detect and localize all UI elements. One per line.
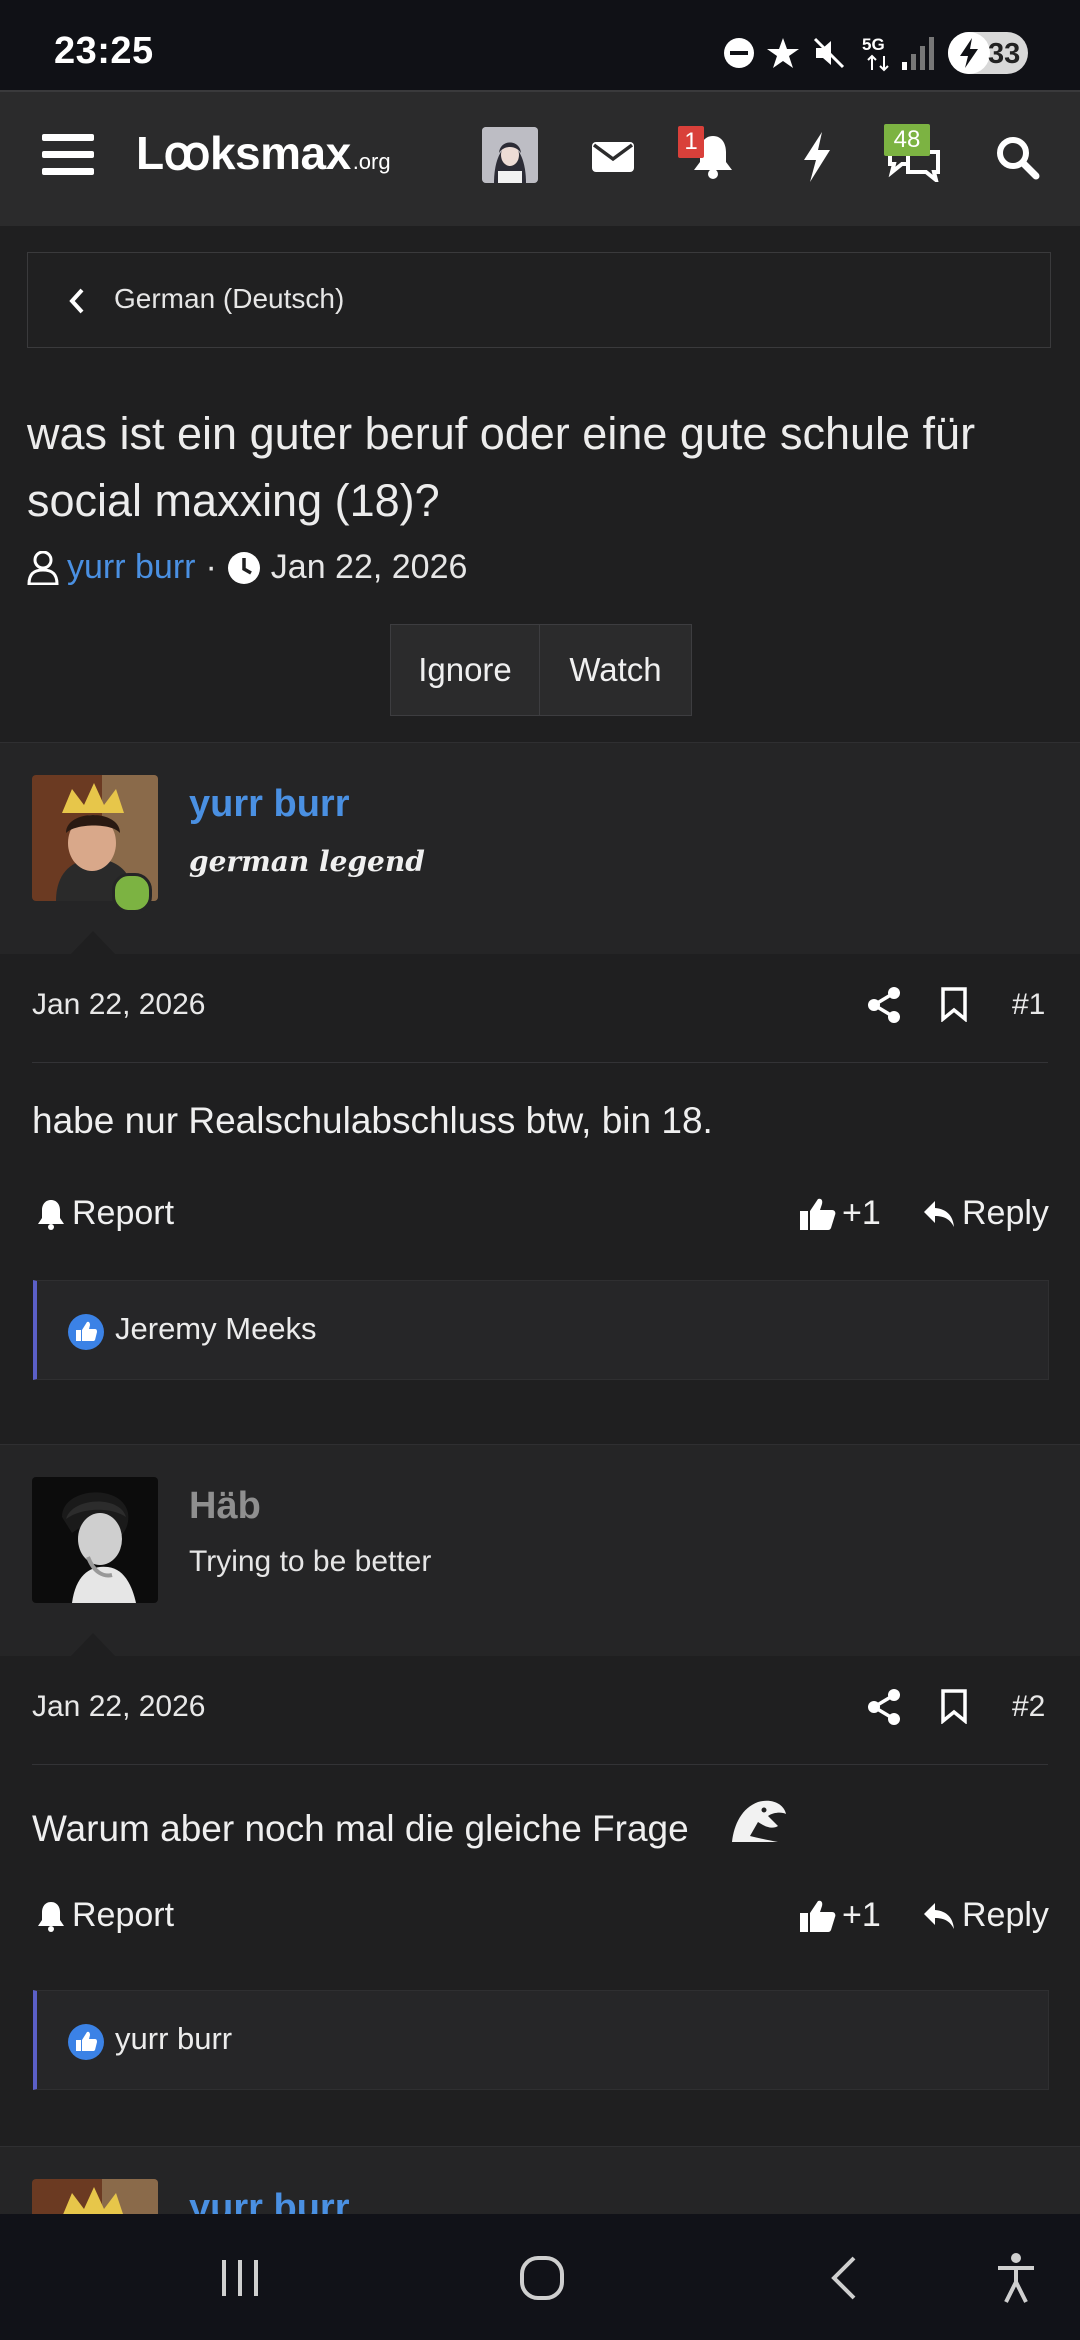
signal-icon xyxy=(902,37,934,70)
report-label: Report xyxy=(72,1896,175,1934)
hamburger-menu-icon[interactable] xyxy=(42,132,94,178)
user-block-arrow xyxy=(70,1633,116,1657)
online-status-indicator xyxy=(112,873,152,913)
report-bell-icon xyxy=(38,1901,64,1932)
user-icon xyxy=(27,550,59,585)
avatar-image xyxy=(482,127,538,183)
reply-label: Reply xyxy=(962,1194,1049,1232)
thread-meta: yurr burr · Jan 22, 2026 xyxy=(27,548,467,587)
share-icon[interactable] xyxy=(866,986,902,1024)
whats-new-lightning-icon[interactable] xyxy=(800,132,834,182)
bookmark-icon[interactable] xyxy=(940,1688,968,1724)
post-2-message: Warum aber noch mal die gleiche Frage xyxy=(32,1808,689,1849)
alerts-badge: 1 xyxy=(678,126,704,158)
post-2-reply-button[interactable]: Reply xyxy=(922,1896,1049,1935)
liked-by-name[interactable]: yurr burr xyxy=(115,2021,232,2057)
reply-arrow-icon xyxy=(924,1902,954,1929)
user-avatar-button[interactable] xyxy=(482,127,538,183)
post-1-likes-bar[interactable]: Jeremy Meeks xyxy=(33,1280,1049,1380)
post-2-user-block: Häb Trying to be better xyxy=(0,1444,1080,1657)
post-1-reply-button[interactable]: Reply xyxy=(922,1194,1049,1233)
post-1-user-block: yurr burr german legend xyxy=(0,742,1080,955)
charging-icon xyxy=(948,32,990,74)
thread-title: was ist ein guter beruf oder eine gute s… xyxy=(27,408,976,526)
thread-author-link[interactable]: yurr burr xyxy=(67,548,195,587)
logo-suffix: .org xyxy=(352,149,391,174)
clock-icon xyxy=(227,551,260,584)
system-navigation-bar xyxy=(0,2214,1080,2340)
post-2-avatar[interactable] xyxy=(32,1477,158,1603)
star-icon xyxy=(767,38,799,68)
battery-indicator: 33 xyxy=(948,32,1028,74)
post-divider xyxy=(32,1062,1048,1063)
post-1-username[interactable]: yurr burr xyxy=(189,783,349,826)
user-block-arrow xyxy=(70,931,116,955)
liked-by-name[interactable]: Jeremy Meeks xyxy=(115,1311,317,1347)
network-type: 5G xyxy=(862,35,885,54)
post-2-number[interactable]: #2 xyxy=(1012,1690,1045,1724)
smirk-emoji-icon xyxy=(732,1800,786,1842)
watch-button[interactable]: Watch xyxy=(539,624,692,716)
post-2-user-title: Trying to be better xyxy=(189,1545,432,1578)
post-1-like-button[interactable]: +1 xyxy=(798,1194,881,1233)
logo-text: Lꝏksmax xyxy=(136,127,351,179)
data-arrows-icon xyxy=(867,54,889,72)
battery-level: 33 xyxy=(988,38,1021,70)
do-not-disturb-icon xyxy=(724,38,754,68)
post-2-like-button[interactable]: +1 xyxy=(798,1896,881,1935)
post-divider xyxy=(32,1764,1048,1765)
post-1-date[interactable]: Jan 22, 2026 xyxy=(32,988,205,1022)
home-button-icon[interactable] xyxy=(518,2254,566,2302)
reply-arrow-icon xyxy=(924,1200,954,1227)
post-2-username[interactable]: Häb xyxy=(189,1485,261,1528)
post-1-user-title: german legend xyxy=(189,845,425,878)
like-reaction-icon xyxy=(68,1314,104,1350)
chevron-left-icon xyxy=(69,288,84,314)
post-2-date[interactable]: Jan 22, 2026 xyxy=(32,1690,205,1724)
status-bar: 23:25 5G 33 xyxy=(0,0,1080,90)
thumbs-up-icon xyxy=(800,1198,836,1230)
thumbs-up-icon xyxy=(800,1900,836,1932)
recent-apps-icon[interactable] xyxy=(218,2256,262,2300)
thread-date[interactable]: Jan 22, 2026 xyxy=(271,548,468,587)
report-bell-icon xyxy=(38,1199,64,1230)
post-2-likes-bar[interactable]: yurr burr xyxy=(33,1990,1049,2090)
post-2-report-button[interactable]: Report xyxy=(36,1896,174,1935)
post-1-number[interactable]: #1 xyxy=(1012,988,1045,1022)
post-1-message: habe nur Realschulabschluss btw, bin 18. xyxy=(32,1100,713,1141)
post-3-avatar[interactable] xyxy=(32,2179,158,2215)
back-button-icon[interactable] xyxy=(828,2254,860,2302)
like-count: +1 xyxy=(842,1194,881,1232)
reply-label: Reply xyxy=(962,1896,1049,1934)
ignore-button[interactable]: Ignore xyxy=(390,624,540,716)
breadcrumb-label: German (Deutsch) xyxy=(114,283,345,314)
bookmark-icon[interactable] xyxy=(940,986,968,1022)
avatar-image xyxy=(32,1477,158,1603)
post-1-body: Jan 22, 2026 #1 habe nur Realschulabschl… xyxy=(0,954,1080,1416)
like-reaction-icon xyxy=(68,2024,104,2060)
post-2-body: Jan 22, 2026 #2 Warum aber noch mal die … xyxy=(0,1656,1080,2118)
report-label: Report xyxy=(72,1194,175,1232)
avatar-image xyxy=(32,2179,158,2215)
mute-icon xyxy=(813,37,845,69)
search-icon[interactable] xyxy=(996,136,1040,180)
like-count: +1 xyxy=(842,1896,881,1934)
breadcrumb[interactable]: German (Deutsch) xyxy=(27,252,1051,348)
meta-separator: · xyxy=(205,548,217,586)
site-header: Lꝏksmax .org 1 48 xyxy=(0,90,1080,226)
post-3-user-block: yurr burr xyxy=(0,2146,1080,2215)
site-logo[interactable]: Lꝏksmax .org xyxy=(136,126,391,180)
conversations-badge: 48 xyxy=(884,124,930,156)
share-icon[interactable] xyxy=(866,1688,902,1726)
post-1-report-button[interactable]: Report xyxy=(36,1194,174,1233)
inbox-icon[interactable] xyxy=(592,142,634,172)
accessibility-icon[interactable] xyxy=(994,2252,1038,2304)
post-3-username[interactable]: yurr burr xyxy=(189,2187,349,2215)
status-clock: 23:25 xyxy=(54,30,154,72)
